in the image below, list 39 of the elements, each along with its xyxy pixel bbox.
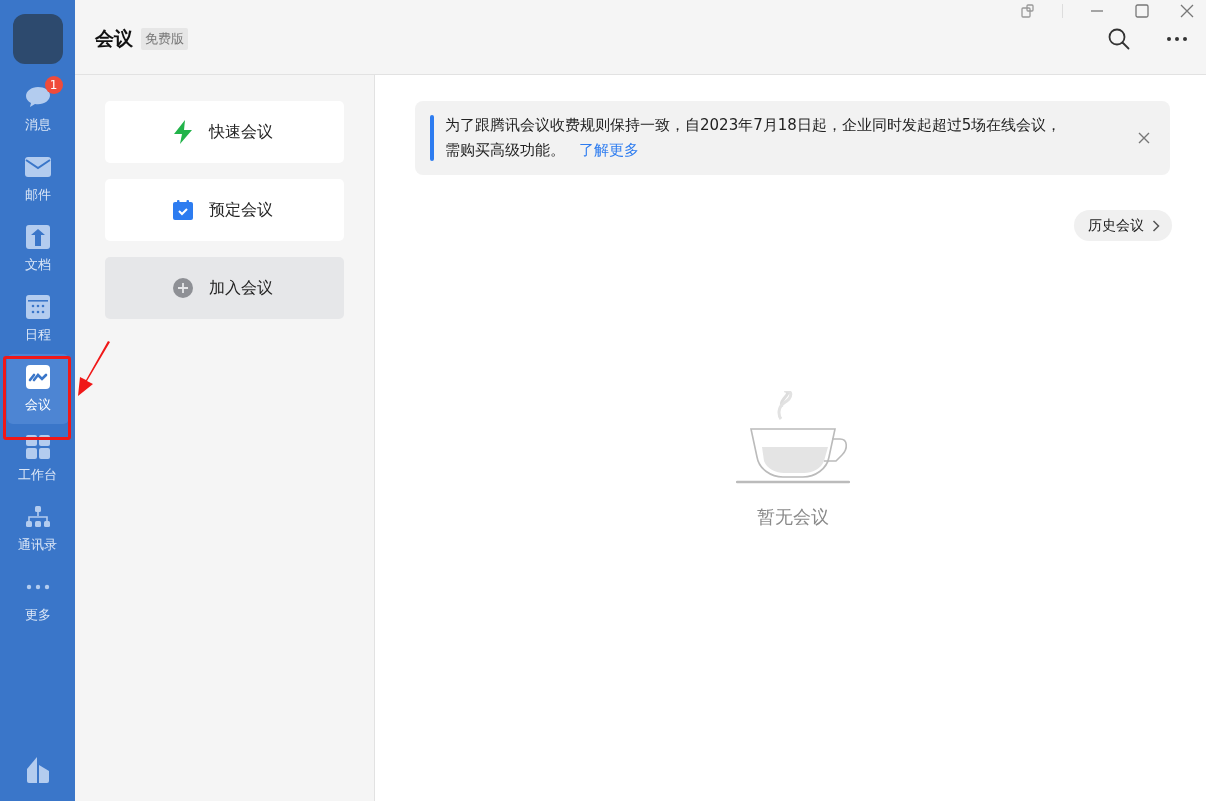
search-icon[interactable] xyxy=(1108,28,1130,50)
grid-icon xyxy=(25,435,50,459)
chat-bubble-icon xyxy=(24,85,51,109)
sidebar-item[interactable]: 邮件 xyxy=(6,144,69,214)
empty-state-text: 暂无会议 xyxy=(756,505,829,529)
meeting-action-button[interactable]: 预定会议 xyxy=(105,179,344,241)
unread-badge: 1 xyxy=(44,76,63,94)
sidebar-item[interactable]: 会议 xyxy=(6,354,69,424)
plus-circle-icon xyxy=(173,278,193,298)
meeting-logo-icon xyxy=(25,365,50,389)
calendar-icon xyxy=(25,295,50,319)
sidebar-item[interactable]: 1 消息 xyxy=(6,74,69,144)
learn-more-link[interactable]: 了解更多 xyxy=(579,141,639,159)
sidebar-item[interactable]: 日程 xyxy=(6,284,69,354)
close-icon[interactable] xyxy=(1138,132,1150,144)
org-chart-icon xyxy=(25,506,50,528)
page-title: 会议 xyxy=(95,26,133,51)
meeting-action-button[interactable]: 快速会议 xyxy=(105,101,344,163)
sidebar-item[interactable]: 更多 xyxy=(6,564,69,634)
house-shape-icon[interactable] xyxy=(25,757,50,783)
more-icon[interactable] xyxy=(1166,36,1188,42)
document-icon xyxy=(25,225,50,249)
restore-icon[interactable] xyxy=(1021,4,1035,18)
calendar-check-icon xyxy=(173,200,193,220)
notice-text: 为了跟腾讯会议收费规则保持一致，自2023年7月18日起，企业同时发起超过5场在线会议，需购买高级功能。 了解更多 xyxy=(445,115,1063,161)
more-icon xyxy=(25,584,50,590)
envelope-icon xyxy=(24,157,51,177)
sidebar-item[interactable]: 工作台 xyxy=(6,424,69,494)
avatar-placeholder[interactable] xyxy=(12,14,63,64)
close-icon[interactable] xyxy=(1180,4,1194,18)
lightning-icon xyxy=(173,120,193,144)
chevron-right-icon xyxy=(1152,219,1160,232)
sidebar-item[interactable]: 文档 xyxy=(6,214,69,284)
meeting-action-button[interactable]: 加入会议 xyxy=(105,257,344,319)
history-button[interactable]: 历史会议 xyxy=(1074,210,1172,241)
annotation-arrow xyxy=(77,341,111,397)
maximize-icon[interactable] xyxy=(1135,4,1149,18)
sidebar-item[interactable]: 通讯录 xyxy=(6,494,69,564)
plan-tag: 免费版 xyxy=(141,28,188,50)
